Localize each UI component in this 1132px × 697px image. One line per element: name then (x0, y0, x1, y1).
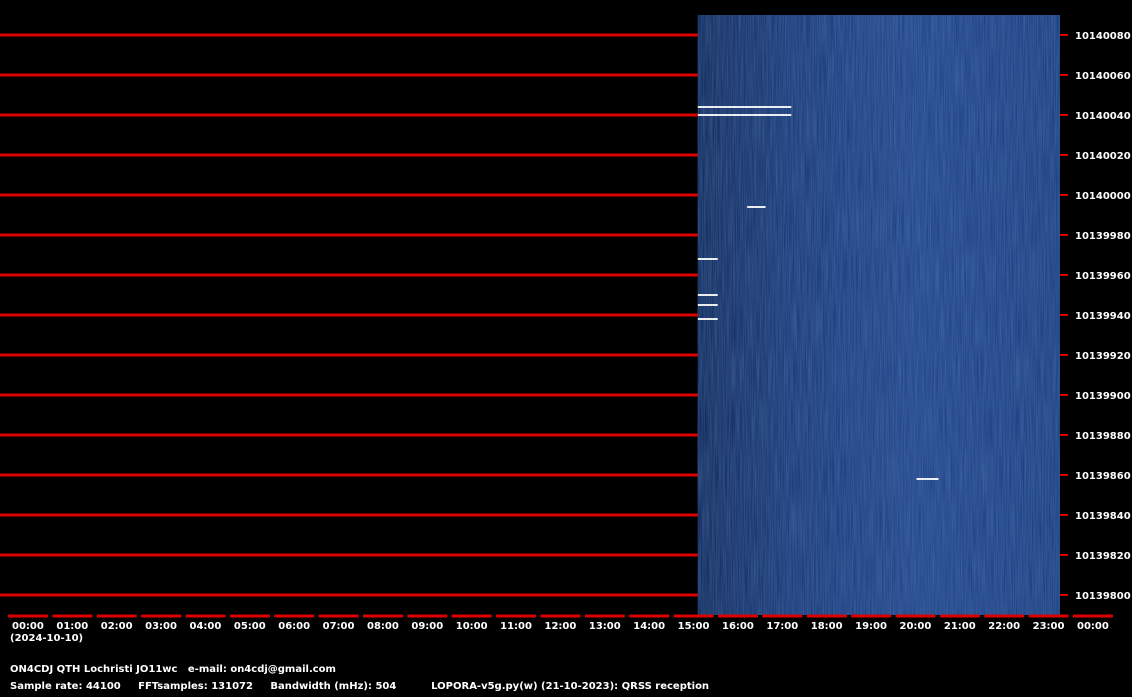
x-tick-label: 13:00 (589, 621, 621, 632)
x-tick-label: 12:00 (545, 621, 577, 632)
x-tick-label: 05:00 (234, 621, 266, 632)
x-tick-label: 18:00 (811, 621, 843, 632)
x-tick-label: 23:00 (1033, 621, 1065, 632)
waterfall-chart: 10140080 10140060 10140040 10140020 10140000… (0, 15, 1131, 644)
x-tick-label: 20:00 (900, 621, 932, 632)
x-tick-label: 01:00 (56, 621, 88, 632)
x-tick-label: 06:00 (278, 621, 310, 632)
station-info: ON4CDJ QTH Lochristi JO11wc e-mail: on4c… (10, 664, 336, 675)
x-tick-label: 02:00 (101, 621, 133, 632)
x-tick-label: 14:00 (633, 621, 665, 632)
x-tick-label: 04:00 (190, 621, 222, 632)
x-tick-label: 07:00 (323, 621, 355, 632)
y-tick-label: 10140080 (1075, 31, 1131, 42)
x-axis: 00:00 01:00 02:00 03:00 04:00 05:00 06:00 07:00… (8, 614, 1113, 632)
x-tick-label: 17:00 (766, 621, 798, 632)
x-tick-label: 22:00 (988, 621, 1020, 632)
y-tick-label: 10139920 (1075, 351, 1131, 362)
y-tick-label: 10140040 (1075, 111, 1131, 122)
y-tick-label: 10139960 (1075, 271, 1131, 282)
x-tick-label: 10:00 (456, 621, 488, 632)
y-tick-label: 10139840 (1075, 511, 1131, 522)
y-tick-label: 10139860 (1075, 471, 1131, 482)
y-tick-label: 10140060 (1075, 71, 1131, 82)
y-tick-label: 10140020 (1075, 151, 1131, 162)
x-tick-label: 11:00 (500, 621, 532, 632)
x-tick-label: 15:00 (678, 621, 710, 632)
frequency-gridlines (0, 33, 698, 597)
y-tick-label: 10139980 (1075, 231, 1131, 242)
y-tick-label: 10139880 (1075, 431, 1131, 442)
x-tick-label: 03:00 (145, 621, 177, 632)
y-tick-label: 10139820 (1075, 551, 1131, 562)
x-tick-label: 00:00 (12, 621, 44, 632)
date-label: (2024-10-10) (10, 633, 83, 644)
y-tick-label: 10139800 (1075, 591, 1131, 602)
reception-settings: Sample rate: 44100 FFTsamples: 131072 Ba… (10, 681, 710, 692)
y-tick-label: 10139940 (1075, 311, 1131, 322)
x-tick-label: 21:00 (944, 621, 976, 632)
waterfall-area (697, 15, 1060, 615)
x-tick-label: 16:00 (722, 621, 754, 632)
x-tick-label: 19:00 (855, 621, 887, 632)
y-tick-label: 10139900 (1075, 391, 1131, 402)
y-tick-label: 10140000 (1075, 191, 1131, 202)
y-axis: 10140080 10140060 10140040 10140020 10140000… (1060, 31, 1131, 602)
waterfall-noise (697, 15, 1060, 615)
x-tick-label: 08:00 (367, 621, 399, 632)
x-tick-label: 09:00 (411, 621, 443, 632)
x-tick-label: 00:00 (1077, 621, 1109, 632)
